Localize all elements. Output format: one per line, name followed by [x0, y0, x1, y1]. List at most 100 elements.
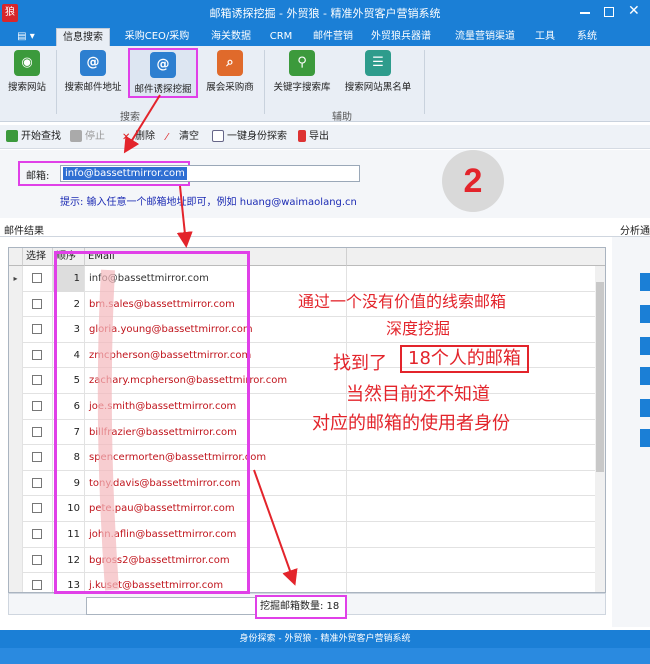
row-checkbox[interactable]	[32, 503, 42, 514]
row-indicator	[9, 291, 23, 318]
scrollbar-thumb[interactable]	[596, 282, 604, 472]
row-checkbox[interactable]	[32, 477, 42, 488]
email-count: 挖掘邮箱数量: 18	[255, 595, 347, 619]
at-icon: @	[80, 50, 106, 76]
results-tab[interactable]: 邮件结果	[4, 222, 44, 237]
row-checkbox[interactable]	[32, 452, 42, 463]
menu-system[interactable]: 系统	[570, 28, 604, 46]
menu-email-marketing[interactable]: 邮件营销	[306, 28, 360, 46]
export-button[interactable]: 导出	[298, 129, 329, 145]
vertical-scrollbar[interactable]	[595, 266, 605, 592]
row-checkbox-cell[interactable]	[23, 496, 53, 522]
row-indicator	[9, 573, 23, 592]
row-checkbox[interactable]	[32, 580, 42, 591]
row-checkbox-cell[interactable]	[23, 470, 53, 497]
side-button[interactable]	[640, 399, 650, 417]
blacklist-icon: ☰	[365, 50, 391, 76]
annotation-line-5: 对应的邮箱的使用者身份	[312, 413, 510, 434]
row-indicator	[9, 394, 23, 420]
row-indicator	[9, 470, 23, 497]
row-checkbox-cell[interactable]	[23, 419, 53, 446]
annotation-highlight-box: 18个人的邮箱	[400, 345, 529, 373]
delete-icon: ✕	[122, 132, 131, 143]
menu-tools[interactable]: 工具	[530, 28, 560, 46]
row-checkbox[interactable]	[32, 401, 42, 411]
email-label: 邮箱:	[26, 171, 50, 182]
menu-ceo-purchase[interactable]: 采购CEO/采购	[118, 28, 196, 46]
row-checkbox-cell[interactable]	[23, 342, 53, 369]
row-checkbox[interactable]	[32, 349, 42, 360]
row-checkbox[interactable]	[32, 298, 42, 309]
divider	[56, 50, 57, 114]
row-checkbox-cell[interactable]	[23, 445, 53, 471]
identity-probe-button[interactable]: 一键身份探索	[212, 129, 287, 145]
email-probe-button[interactable]: @ 邮件诱探挖掘	[128, 48, 198, 98]
quick-menu-icon[interactable]: ▤ ▾	[6, 28, 46, 46]
side-button[interactable]	[640, 337, 650, 355]
side-button[interactable]	[640, 367, 650, 385]
col-select-header[interactable]: 选择	[23, 248, 53, 266]
row-checkbox[interactable]	[32, 375, 42, 386]
expo-buyers-button[interactable]: ⌕ 展会采购商	[202, 48, 258, 100]
row-indicator	[9, 496, 23, 522]
title-bar: 邮箱诱探挖掘 - 外贸狼 - 精准外贸客户营销系统 狼 ✕	[0, 0, 650, 28]
menu-traffic[interactable]: 流量营销渠道	[446, 28, 524, 46]
start-search-button[interactable]: 开始查找	[6, 129, 61, 145]
globe-icon: ◉	[14, 50, 40, 76]
stop-button[interactable]: 停止	[70, 129, 105, 145]
row-checkbox-cell[interactable]	[23, 573, 53, 592]
annotation-line-1: 通过一个没有价值的线索邮箱	[298, 292, 507, 311]
row-checkbox-cell[interactable]	[23, 368, 53, 394]
annotation-line-4: 当然目前还不知道	[346, 384, 490, 405]
row-checkbox[interactable]	[32, 324, 42, 335]
search-tip: 提示: 输入任意一个邮箱地址即可，例如 huang@waimaolang.cn	[60, 197, 357, 208]
stop-icon	[70, 130, 82, 142]
side-button[interactable]	[640, 429, 650, 447]
keyword-library-button[interactable]: ⚲ 关键字搜索库	[270, 48, 334, 100]
right-panel	[612, 237, 650, 627]
row-checkbox-cell[interactable]	[23, 291, 53, 318]
row-checkbox[interactable]	[32, 529, 42, 539]
toolbar: 开始查找 停止 ✕ 删除 ⁄ 清空 一键身份探索 导出	[0, 125, 650, 149]
row-header-corner	[9, 248, 23, 266]
magnify-icon: ⌕	[217, 50, 243, 76]
ribbon: ◉ 搜索网站 @ 搜索邮件地址 @ 邮件诱探挖掘 ⌕ 展会采购商 搜索 ⚲ 关键…	[0, 46, 650, 123]
row-checkbox[interactable]	[32, 273, 42, 283]
clear-button[interactable]: ⁄ 清空	[166, 129, 199, 145]
email-input[interactable]: info@bassettmirror.com	[60, 165, 360, 182]
search-website-button[interactable]: ◉ 搜索网站	[4, 48, 50, 100]
maximize-icon[interactable]	[604, 7, 614, 17]
row-checkbox-cell[interactable]	[23, 394, 53, 420]
row-checkbox-cell[interactable]	[23, 547, 53, 574]
row-checkbox[interactable]	[32, 426, 42, 437]
delete-button[interactable]: ✕ 删除	[122, 129, 155, 145]
row-checkbox-cell[interactable]	[23, 522, 53, 548]
window-title: 邮箱诱探挖掘 - 外贸狼 - 精准外贸客户营销系统	[209, 7, 441, 20]
search-email-button[interactable]: @ 搜索邮件地址	[62, 48, 124, 100]
analysis-tab[interactable]: 分析通	[620, 222, 650, 237]
close-icon[interactable]: ✕	[628, 3, 640, 19]
row-indicator	[9, 445, 23, 471]
row-checkbox-cell[interactable]	[23, 317, 53, 343]
results-tab-strip	[0, 219, 650, 237]
row-indicator	[9, 368, 23, 394]
menu-weapons[interactable]: 外贸狼兵器谱	[366, 28, 436, 46]
eraser-icon: ⁄	[166, 132, 168, 143]
row-indicator	[9, 342, 23, 369]
app-logo: 狼	[2, 4, 18, 22]
website-blacklist-button[interactable]: ☰ 搜索网站黑名单	[340, 48, 416, 100]
menu-customs[interactable]: 海关数据	[204, 28, 258, 46]
row-checkbox-cell[interactable]	[23, 266, 53, 292]
window-controls: ✕	[578, 3, 642, 20]
minimize-icon[interactable]	[580, 12, 590, 14]
at-magnify-icon: @	[150, 52, 176, 78]
row-checkbox[interactable]	[32, 554, 42, 565]
background-window-title: 身份探索 - 外贸狼 - 精准外贸客户营销系统	[239, 634, 411, 644]
divider	[264, 50, 265, 114]
menu-info-search[interactable]: 信息搜索	[56, 28, 110, 46]
export-icon	[298, 130, 306, 142]
menu-crm[interactable]: CRM	[264, 28, 298, 46]
side-button[interactable]	[640, 273, 650, 291]
annotation-line-3: 找到了	[333, 353, 387, 374]
side-button[interactable]	[640, 305, 650, 323]
